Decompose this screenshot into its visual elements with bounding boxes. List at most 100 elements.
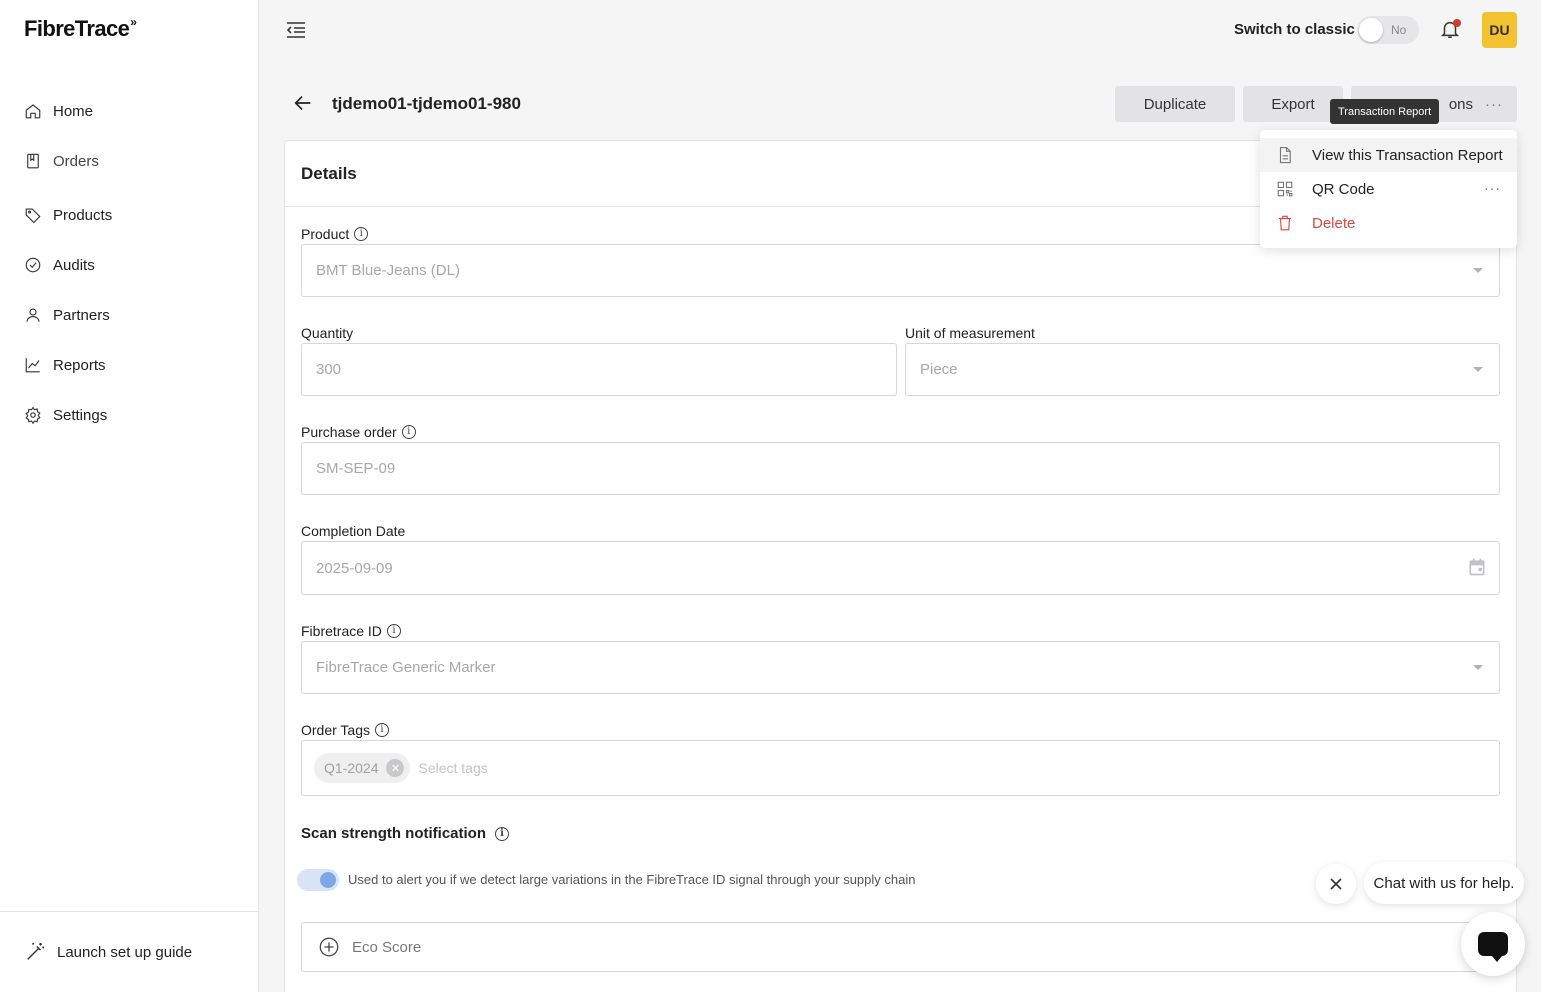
sidebar-item-partners[interactable]: Partners	[0, 290, 258, 340]
gear-icon	[25, 406, 41, 424]
back-button[interactable]	[292, 92, 316, 116]
info-icon[interactable]	[375, 723, 389, 737]
unit-label-text: Unit of measurement	[905, 325, 1035, 341]
remove-tag-icon[interactable]: ✕	[386, 759, 405, 777]
sidebar: FibreTrace» Home Orders Products Audits …	[0, 0, 259, 992]
toggle-knob	[1359, 18, 1383, 42]
sidebar-item-orders[interactable]: Orders	[0, 136, 258, 186]
purchase-order-value: SM-SEP-09	[316, 460, 396, 477]
eco-score-expander[interactable]: Eco Score	[301, 922, 1500, 972]
notification-dot	[1453, 19, 1461, 27]
order-tags-label-text: Order Tags	[301, 722, 370, 738]
toggle-knob	[320, 872, 336, 888]
launch-setup-guide-button[interactable]: Launch set up guide	[0, 911, 258, 992]
fibretrace-id-select[interactable]: FibreTrace Generic Marker	[301, 641, 1500, 694]
menu-item-view-transaction-report[interactable]: View this Transaction Report	[1260, 138, 1517, 172]
sidebar-item-settings[interactable]: Settings	[0, 390, 258, 440]
menu-item-label: QR Code	[1312, 180, 1375, 198]
sidebar-item-label: Home	[53, 102, 94, 120]
info-icon[interactable]	[401, 425, 416, 439]
tag-icon	[25, 208, 41, 224]
app-logo[interactable]: FibreTrace»	[24, 14, 137, 42]
fibretrace-id-value: FibreTrace Generic Marker	[316, 659, 496, 676]
quantity-label: Quantity	[301, 325, 353, 341]
menu-collapse-icon	[286, 22, 305, 38]
document-icon	[1279, 146, 1291, 164]
order-tags-field[interactable]: Q1-2024 ✕ Select tags	[301, 740, 1500, 796]
completion-date-field[interactable]: 2025-09-09	[301, 541, 1500, 595]
sidebar-nav: Home Orders Products Audits Partners Rep…	[0, 86, 258, 440]
sidebar-item-label: Partners	[53, 306, 110, 324]
more-horizontal-icon: ···	[1485, 95, 1503, 113]
trash-icon	[1279, 215, 1291, 231]
sidebar-item-products[interactable]: Products	[0, 190, 258, 240]
tag-chip-label: Q1-2024	[324, 760, 379, 776]
plus-circle-icon	[319, 937, 339, 957]
info-icon[interactable]	[386, 624, 401, 638]
orders-icon	[27, 153, 39, 169]
fibretrace-id-label-text: Fibretrace ID	[301, 623, 382, 639]
sidebar-item-audits[interactable]: Audits	[0, 240, 258, 290]
scan-strength-title: Scan strength notification	[301, 825, 510, 842]
qr-code-icon	[1277, 181, 1293, 197]
chevron-down-icon	[1473, 665, 1483, 670]
sidebar-item-label: Settings	[53, 406, 108, 424]
more-horizontal-icon[interactable]: ···	[1484, 180, 1501, 196]
menu-item-delete[interactable]: Delete	[1260, 206, 1517, 240]
product-select[interactable]: BMT Blue-Jeans (DL)	[301, 244, 1500, 297]
tooltip: Transaction Report	[1330, 99, 1440, 124]
menu-item-label: Delete	[1312, 214, 1356, 232]
actions-label: ons	[1448, 95, 1473, 113]
quantity-field[interactable]: 300	[301, 343, 897, 396]
info-icon[interactable]	[354, 227, 369, 241]
collapse-menu-button[interactable]	[284, 18, 308, 42]
logo-mark: »	[130, 14, 137, 29]
notifications-button[interactable]	[1439, 18, 1463, 42]
chat-launcher-button[interactable]	[1461, 912, 1525, 976]
check-circle-icon	[25, 257, 41, 273]
completion-date-label: Completion Date	[301, 523, 405, 539]
chat-prompt-bubble[interactable]: Chat with us for help.	[1364, 862, 1524, 904]
purchase-order-field[interactable]: SM-SEP-09	[301, 442, 1500, 495]
scan-strength-description: Used to alert you if we detect large var…	[348, 872, 916, 887]
unit-value: Piece	[920, 361, 958, 378]
toggle-state-text: No	[1391, 23, 1407, 37]
eco-score-label: Eco Score	[352, 938, 422, 956]
product-label: Product	[301, 226, 369, 242]
unit-select[interactable]: Piece	[905, 343, 1500, 396]
info-icon[interactable]	[495, 826, 510, 841]
chevron-down-icon	[1473, 367, 1483, 372]
menu-item-label: View this Transaction Report	[1312, 146, 1503, 164]
sidebar-item-label: Reports	[53, 356, 106, 374]
switch-to-classic-toggle[interactable]: No	[1357, 16, 1419, 44]
user-icon	[26, 308, 40, 322]
chat-icon	[1478, 932, 1508, 962]
export-button[interactable]: Export	[1243, 86, 1343, 122]
sidebar-item-label: Products	[53, 206, 113, 224]
page-title: tjdemo01-tjdemo01-980	[332, 94, 521, 113]
fibretrace-id-label: Fibretrace ID	[301, 623, 401, 639]
sidebar-item-label: Audits	[53, 256, 95, 274]
sidebar-item-reports[interactable]: Reports	[0, 340, 258, 390]
chat-dismiss-button[interactable]	[1316, 864, 1356, 904]
tag-chip: Q1-2024 ✕	[314, 753, 411, 783]
menu-item-qr-code[interactable]: QR Code ···	[1260, 172, 1517, 206]
scan-strength-toggle[interactable]	[297, 869, 339, 891]
home-icon	[25, 104, 41, 119]
switch-to-classic-label: Switch to classic	[1234, 21, 1355, 38]
purchase-order-label-text: Purchase order	[301, 424, 397, 440]
purchase-order-label: Purchase order	[301, 424, 416, 440]
product-label-text: Product	[301, 226, 350, 242]
sidebar-item-home[interactable]: Home	[0, 86, 258, 136]
actions-dropdown-menu: View this Transaction Report QR Code ···…	[1260, 130, 1517, 248]
order-tags-label: Order Tags	[301, 722, 389, 738]
launch-setup-guide-label: Launch set up guide	[57, 943, 193, 961]
tags-placeholder: Select tags	[418, 760, 488, 776]
magic-wand-icon	[27, 942, 45, 960]
avatar[interactable]: DU	[1482, 12, 1517, 48]
chevron-down-icon	[1473, 268, 1483, 273]
scan-strength-title-text: Scan strength notification	[301, 825, 487, 842]
calendar-icon[interactable]	[1467, 557, 1487, 577]
quantity-label-text: Quantity	[301, 325, 354, 341]
duplicate-button[interactable]: Duplicate	[1115, 86, 1235, 122]
